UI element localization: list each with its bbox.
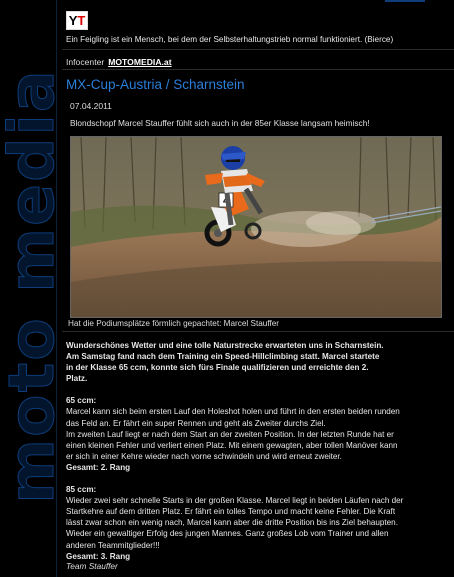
motomedia-link[interactable]: MOTOMEDIA.at: [108, 57, 171, 67]
section-65-line: Im zweiten Lauf liegt er nach dem Start …: [66, 429, 394, 439]
article-date: 07.04.2011: [70, 101, 112, 111]
signature: Team Stauffer: [66, 561, 118, 571]
sidebar-brand-strip: moto media: [0, 0, 69, 577]
divider-nav: [62, 69, 454, 70]
motocross-photo-image: 4: [71, 137, 441, 317]
photo-caption: Hat die Podiumsplätze förmlich gepachtet…: [68, 319, 280, 328]
breadcrumb-label: Infocenter: [66, 57, 105, 67]
section-85-line: anderen Teammitglieder!!!: [66, 540, 160, 550]
intro-line: Wunderschönes Wetter und eine tolle Natu…: [66, 341, 384, 350]
youtube-logo[interactable]: YT: [66, 11, 88, 30]
divider-caption: [62, 331, 454, 332]
section-65-result: Gesamt: 2. Rang: [66, 462, 131, 472]
section-heading-65ccm: 65 ccm:: [66, 396, 97, 406]
section-65-line: einen kleinen Fehler und verliert einen …: [66, 440, 398, 450]
section-85-line: lässt zwar schon ein wenig nach, Marcel …: [66, 518, 398, 528]
intro-line: Platz.: [66, 374, 88, 384]
section-85-line: Wieder ein gewaltiger Erfolg des jungen …: [66, 529, 389, 539]
breadcrumb: Infocenter MOTOMEDIA.at: [66, 57, 172, 67]
page-title: MX-Cup-Austria / Scharnstein: [66, 77, 245, 92]
top-edge-accent: [385, 0, 425, 2]
article-photo: 4: [70, 136, 442, 318]
article-lead: Blondschopf Marcel Stauffer fühlt sich a…: [70, 118, 370, 128]
divider-top: [62, 49, 454, 50]
section-85-result: Gesamt: 3. Rang: [66, 551, 131, 561]
brand-vertical-text: moto media: [0, 68, 69, 504]
section-85-line: Wieder zwei sehr schnelle Starts in der …: [66, 496, 404, 506]
section-heading-85ccm: 85 ccm:: [66, 485, 97, 495]
header-quote: Ein Feigling ist ein Mensch, bei dem der…: [66, 35, 394, 44]
section-65-line: das Feld an. Er fährt ein super Rennen u…: [66, 418, 326, 428]
section-65-line: er sich in einer Kehre wieder nach vorne…: [66, 451, 342, 461]
intro-line: Am Samstag fand nach dem Training ein Sp…: [66, 352, 380, 362]
article-body: Wunderschönes Wetter und eine tolle Natu…: [66, 340, 450, 562]
section-85-line: Startkehre auf dem dritten Platz. Er fäh…: [66, 507, 396, 517]
logo-letter-t: T: [77, 13, 86, 28]
section-65-line: Marcel kann sich beim ersten Lauf den Ho…: [66, 407, 400, 417]
intro-line: in der Klasse 65 ccm, konnte sich fürs F…: [66, 363, 369, 373]
